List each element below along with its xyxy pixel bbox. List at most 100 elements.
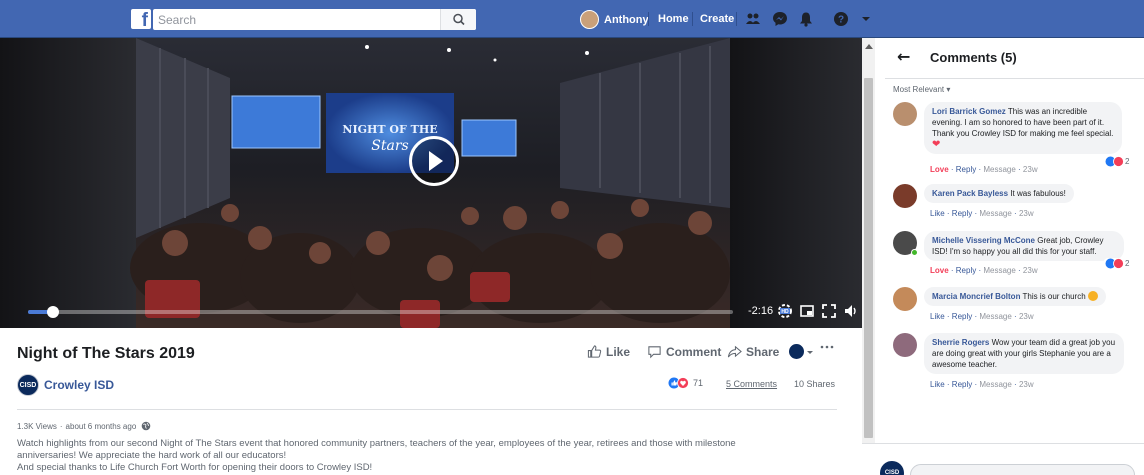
video-progress-bar[interactable] [28,306,733,318]
play-button[interactable] [409,136,459,186]
like-button[interactable]: Like [587,344,630,359]
fullscreen-icon[interactable] [821,303,837,319]
reaction-count: 71 [693,378,704,388]
message-link[interactable]: Message [979,312,1011,321]
reactions-summary[interactable]: 71 [668,377,703,389]
message-link[interactable]: Message [983,266,1015,275]
comment-author[interactable]: Karen Pack Bayless [932,189,1008,198]
like-link[interactable]: Like [930,380,945,389]
volume-icon[interactable] [843,303,859,319]
comment-author[interactable]: Marcia Moncrief Bolton [932,292,1020,301]
friend-requests-icon[interactable] [745,11,761,27]
profile-name: Anthony [604,13,649,26]
search-button[interactable] [440,9,476,30]
play-icon [429,151,443,171]
comment-time[interactable]: 23w [1019,312,1034,321]
reaction-count: 2 [1125,157,1130,166]
comment-actions: Like · Reply · Message · 23w [930,380,1034,389]
progress-scrubber-handle[interactable] [46,306,59,318]
scroll-up-arrow-icon[interactable] [865,44,873,49]
post-as-selector[interactable] [789,344,818,359]
public-globe-icon [141,421,151,431]
sort-label: Most Relevant [893,85,945,94]
comment-actions: Love · Reply · Message · 23w [930,266,1038,275]
comment-reactions[interactable]: 2 [1103,258,1132,269]
heart-emoji-icon: ❤ [932,139,941,150]
more-options-button[interactable] [820,344,838,350]
love-reaction-link[interactable]: Love [930,165,949,174]
comments-count-link[interactable]: 5 Comments [726,379,777,389]
post-meta: 1.3K Views · about 6 months ago [17,421,151,431]
divider [648,12,649,26]
caret-down-icon: ▾ [946,85,951,94]
thumbs-up-icon [587,345,602,358]
search-icon [453,13,465,26]
reply-link[interactable]: Reply [956,266,976,275]
separator-dot: · [59,421,63,431]
comment-time[interactable]: 23w [1023,266,1038,275]
home-link[interactable]: Home [658,13,689,25]
scrollbar[interactable] [862,38,875,443]
comment-author[interactable]: Michelle Vissering McCone [932,236,1035,245]
comment-text: It was fabulous! [1010,189,1066,198]
comment-button[interactable]: Comment [647,344,721,359]
shares-count[interactable]: 10 Shares [794,379,835,389]
write-comment-input[interactable] [910,464,1135,475]
avatar[interactable] [893,287,917,311]
scrollbar-thumb[interactable] [864,78,873,438]
page-avatar[interactable]: CISD [17,374,39,396]
page-name-link[interactable]: Crowley ISD [44,378,114,392]
avatar[interactable] [893,333,917,357]
reply-link[interactable]: Reply [956,165,976,174]
svg-text:?: ? [838,15,844,26]
video-player[interactable]: NIGHT OF THE Stars -2:16 HD [0,38,862,328]
avatar[interactable] [893,184,917,208]
message-link[interactable]: Message [979,380,1011,389]
avatar[interactable] [893,102,917,126]
comment-time[interactable]: 23w [1019,380,1034,389]
account-menu-chevron-down-icon[interactable] [858,11,874,27]
help-icon[interactable]: ? [833,11,849,27]
divider [885,78,1144,79]
create-link[interactable]: Create [700,13,734,25]
love-reaction-link[interactable]: Love [930,266,949,275]
reply-link[interactable]: Reply [952,209,972,218]
picture-in-picture-icon[interactable] [799,303,815,319]
search-input[interactable] [153,9,443,30]
hd-settings-icon[interactable]: HD [777,303,793,319]
comment-author[interactable]: Lori Barrick Gomez [932,107,1006,116]
like-label: Like [606,344,631,359]
comment-text: This is our church [1022,292,1086,301]
divider [736,12,737,26]
messenger-icon[interactable] [772,11,788,27]
reply-link[interactable]: Reply [952,312,972,321]
more-dots-icon [820,345,834,349]
message-link[interactable]: Message [979,209,1011,218]
comment-time[interactable]: 23w [1019,209,1034,218]
comment-bubble: Marcia Moncrief Bolton This is our churc… [924,287,1106,306]
comment-bubble: Sherrie Rogers Wow your team did a great… [924,333,1124,374]
back-arrow-icon[interactable]: ← [897,47,910,66]
comment-reactions[interactable]: 2 [1103,156,1132,167]
comment-actions: Like · Reply · Message · 23w [930,312,1034,321]
top-nav-bar: f Anthony Home Create [0,0,1144,38]
heart-eyes-emoji-icon [1087,291,1098,301]
message-link[interactable]: Message [983,165,1015,174]
facebook-logo[interactable]: f [131,9,151,29]
comment-time[interactable]: 23w [1023,165,1038,174]
video-title: Night of The Stars 2019 [17,345,195,362]
comment-actions: Like · Reply · Message · 23w [930,209,1034,218]
like-link[interactable]: Like [930,209,945,218]
timestamp[interactable]: about 6 months ago [66,422,137,431]
profile-link[interactable]: Anthony [580,10,649,29]
description-line: And special thanks to Life Church Fort W… [17,462,373,473]
like-link[interactable]: Like [930,312,945,321]
like-love-reactions-icon [1105,156,1124,167]
sort-dropdown[interactable]: Most Relevant ▾ [893,85,950,94]
svg-text:HD: HD [781,309,789,315]
reply-link[interactable]: Reply [952,380,972,389]
description-line: anniversaries! We appreciate the hard wo… [17,450,287,461]
share-button[interactable]: Share [727,344,779,359]
notifications-bell-icon[interactable] [798,11,814,27]
comment-author[interactable]: Sherrie Rogers [932,338,989,347]
